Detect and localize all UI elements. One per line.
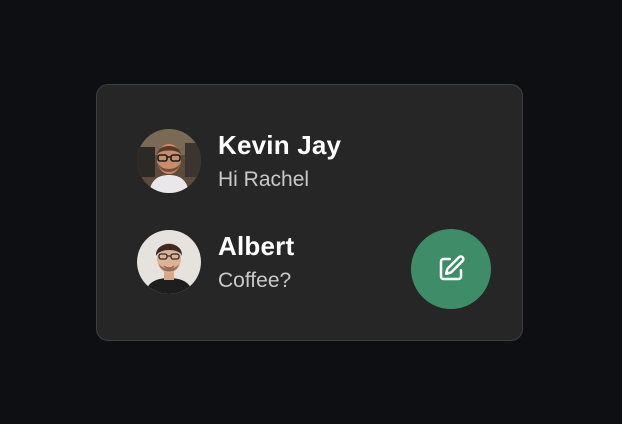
message-preview: Coffee? — [218, 268, 292, 292]
contact-name: Albert — [218, 230, 295, 261]
avatar — [137, 230, 201, 294]
avatar — [137, 129, 201, 193]
albert-avatar-image — [137, 230, 201, 294]
compose-button[interactable] — [411, 229, 491, 309]
conversation-item-kevin-jay[interactable]: Kevin Jay Hi Rachel — [137, 129, 341, 193]
message-preview: Hi Rachel — [218, 167, 310, 191]
edit-icon — [439, 255, 465, 281]
conversation-item-albert[interactable]: Albert Coffee? — [137, 230, 294, 294]
kevin-avatar-image — [137, 129, 201, 193]
conversations-card: Kevin Jay Hi Rachel Albert Coffee? — [96, 84, 523, 341]
contact-name: Kevin Jay — [218, 129, 342, 160]
